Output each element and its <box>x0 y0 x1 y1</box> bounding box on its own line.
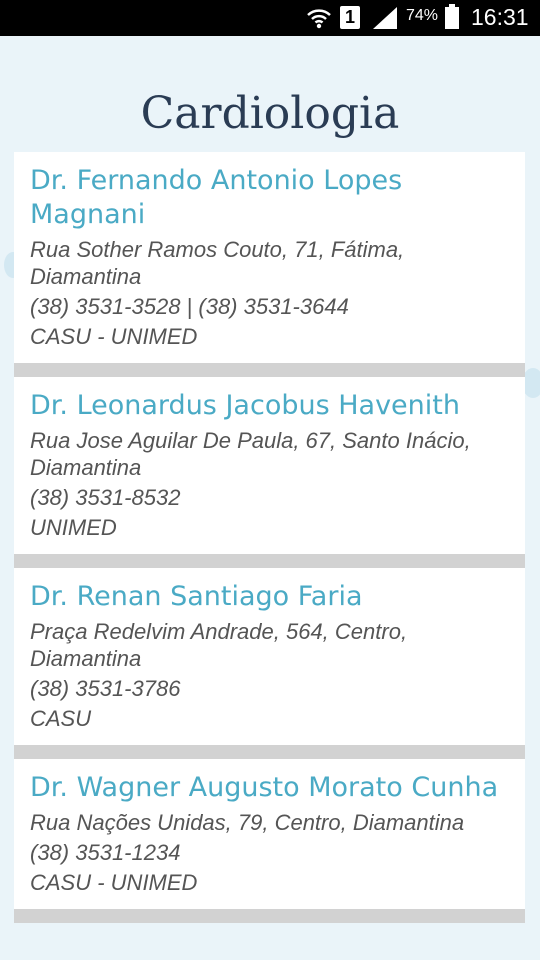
page-title: Cardiologia <box>140 88 400 139</box>
signal-icon <box>373 7 397 29</box>
battery-percent: 74% <box>406 7 439 24</box>
doctor-name[interactable]: Dr. Renan Santiago Faria <box>30 580 509 614</box>
status-bar: 1 74% 16:31 <box>0 0 540 36</box>
doctor-name[interactable]: Dr. Wagner Augusto Morato Cunha <box>30 771 509 805</box>
doctor-phone[interactable]: (38) 3531-8532 <box>30 484 509 511</box>
doctor-address: Praça Redelvim Andrade, 564, Centro, Dia… <box>30 619 408 671</box>
doctor-address: Rua Nações Unidas, 79, Centro, Diamantin… <box>30 810 465 835</box>
doctor-name[interactable]: Dr. Fernando Antonio Lopes Magnani <box>30 164 509 232</box>
doctor-list[interactable]: Dr. Fernando Antonio Lopes Magnani Rua S… <box>14 152 525 923</box>
doctor-address: Rua Sother Ramos Couto, 71, Fátima, Diam… <box>30 237 405 289</box>
doctor-phone[interactable]: (38) 3531-3528 | (38) 3531-3644 <box>30 293 509 320</box>
doctor-insurance: UNIMED <box>30 515 117 540</box>
doctor-address: Rua Jose Aguilar De Paula, 67, Santo Iná… <box>30 428 471 480</box>
doctor-insurance: CASU - UNIMED <box>30 324 198 349</box>
doctor-insurance: CASU <box>30 706 92 731</box>
sim-icon: 1 <box>340 6 360 29</box>
clock: 16:31 <box>471 4 529 30</box>
doctor-phone[interactable]: (38) 3531-1234 <box>30 839 509 866</box>
doctor-card[interactable]: Dr. Renan Santiago Faria Praça Redelvim … <box>14 568 525 759</box>
doctor-name[interactable]: Dr. Leonardus Jacobus Havenith <box>30 389 509 423</box>
battery-icon <box>445 4 459 29</box>
doctor-insurance: CASU - UNIMED <box>30 870 198 895</box>
wifi-icon <box>307 9 331 29</box>
doctor-card[interactable]: Dr. Wagner Augusto Morato Cunha Rua Naçõ… <box>14 759 525 923</box>
doctor-card[interactable]: Dr. Leonardus Jacobus Havenith Rua Jose … <box>14 377 525 568</box>
doctor-phone[interactable]: (38) 3531-3786 <box>30 675 509 702</box>
doctor-card[interactable]: Dr. Fernando Antonio Lopes Magnani Rua S… <box>14 152 525 377</box>
